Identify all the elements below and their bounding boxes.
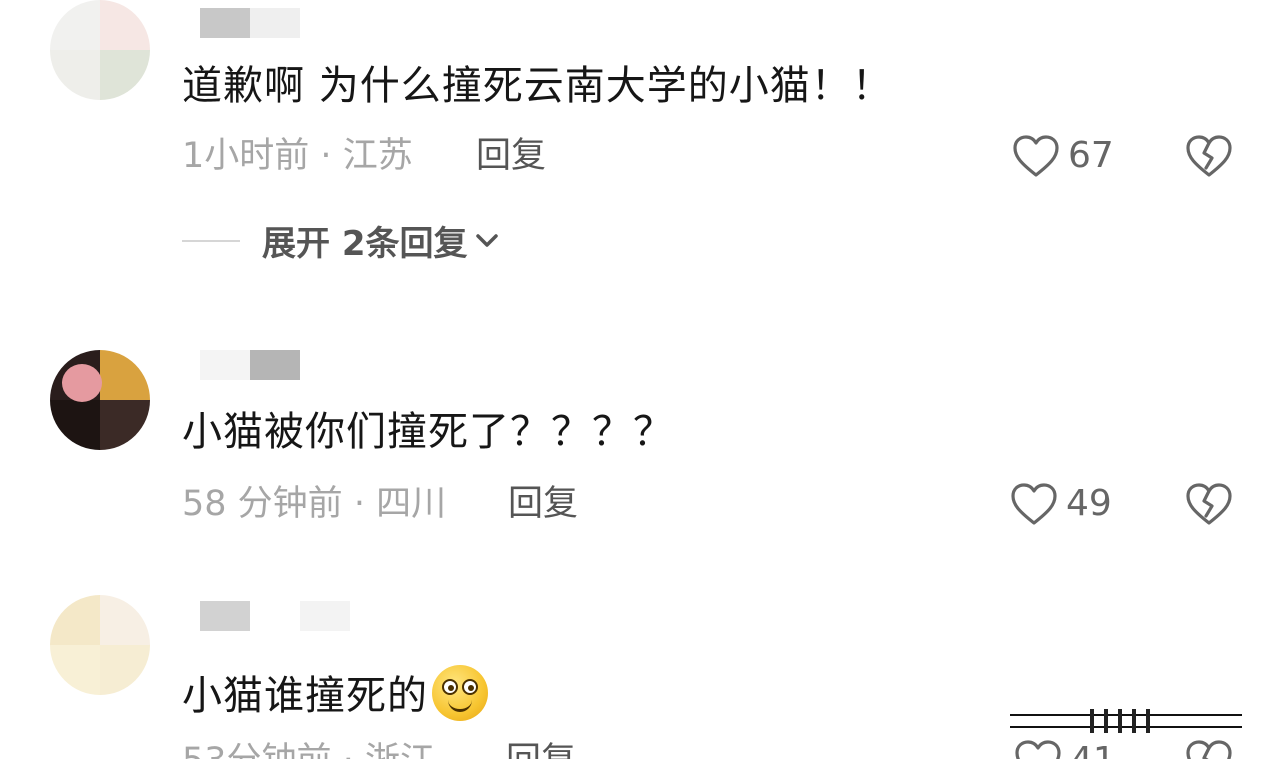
comment-location: 四川 — [376, 484, 447, 524]
comment-time: 53分钟前 — [182, 741, 332, 759]
dislike-button[interactable] — [1185, 134, 1233, 178]
heart-outline-icon — [1015, 740, 1061, 759]
avatar[interactable] — [50, 0, 150, 100]
comment-meta: 58 分钟前 · 四川 — [182, 482, 446, 526]
broken-heart-icon — [1186, 483, 1232, 525]
smiling-face-emoji — [432, 665, 488, 721]
broken-heart-icon — [1186, 740, 1232, 759]
comment-location: 江苏 — [342, 136, 413, 176]
avatar[interactable] — [50, 350, 150, 450]
username[interactable] — [200, 350, 300, 380]
heart-outline-icon — [1013, 135, 1059, 177]
meta-separator: · — [343, 741, 354, 759]
watermark-bar — [1010, 709, 1242, 733]
comment-location: 浙江 — [365, 741, 435, 759]
meta-separator: · — [353, 484, 365, 524]
username[interactable] — [200, 601, 350, 631]
comment-text: 小猫谁撞死的 — [182, 665, 488, 722]
heart-outline-icon — [1011, 483, 1057, 525]
like-count: 41 — [1070, 739, 1116, 759]
comment-text: 道歉啊 为什么撞死云南大学的小猫！！ — [182, 63, 893, 109]
like-count: 49 — [1066, 483, 1112, 524]
comment-time: 1小时前 — [182, 136, 310, 176]
like-button[interactable]: 49 — [1010, 482, 1112, 526]
meta-separator: · — [320, 136, 332, 176]
like-count: 67 — [1068, 135, 1114, 176]
like-button[interactable]: 41 — [1014, 739, 1116, 759]
comment-time: 58 分钟前 — [182, 484, 343, 524]
reply-button[interactable]: 回复 — [506, 739, 576, 759]
avatar[interactable] — [50, 595, 150, 695]
dislike-button[interactable] — [1185, 482, 1233, 526]
comment-text: 小猫被你们撞死了？？？？ — [182, 409, 674, 455]
divider-line — [182, 239, 240, 242]
expand-label: 展开 2条回复 — [262, 224, 468, 264]
comment-meta: 53分钟前 · 浙江 — [182, 739, 435, 759]
reply-button[interactable]: 回复 — [508, 482, 578, 526]
dislike-button[interactable] — [1185, 739, 1233, 759]
comment-item: 小猫谁撞死的 53分钟前 · 浙江 回复 41 — [0, 555, 1263, 759]
comment-meta: 1小时前 · 江苏 — [182, 134, 413, 178]
chevron-down-icon — [475, 233, 498, 247]
username[interactable] — [200, 8, 300, 38]
like-button[interactable]: 67 — [1012, 134, 1114, 178]
broken-heart-icon — [1186, 135, 1232, 177]
expand-replies[interactable]: 展开 2条回复 — [182, 216, 500, 265]
reply-button[interactable]: 回复 — [476, 134, 546, 178]
comment-item: 道歉啊 为什么撞死云南大学的小猫！！ 1小时前 · 江苏 回复 67 展开 2条… — [0, 0, 1263, 320]
comment-text-body: 小猫谁撞死的 — [182, 673, 428, 719]
